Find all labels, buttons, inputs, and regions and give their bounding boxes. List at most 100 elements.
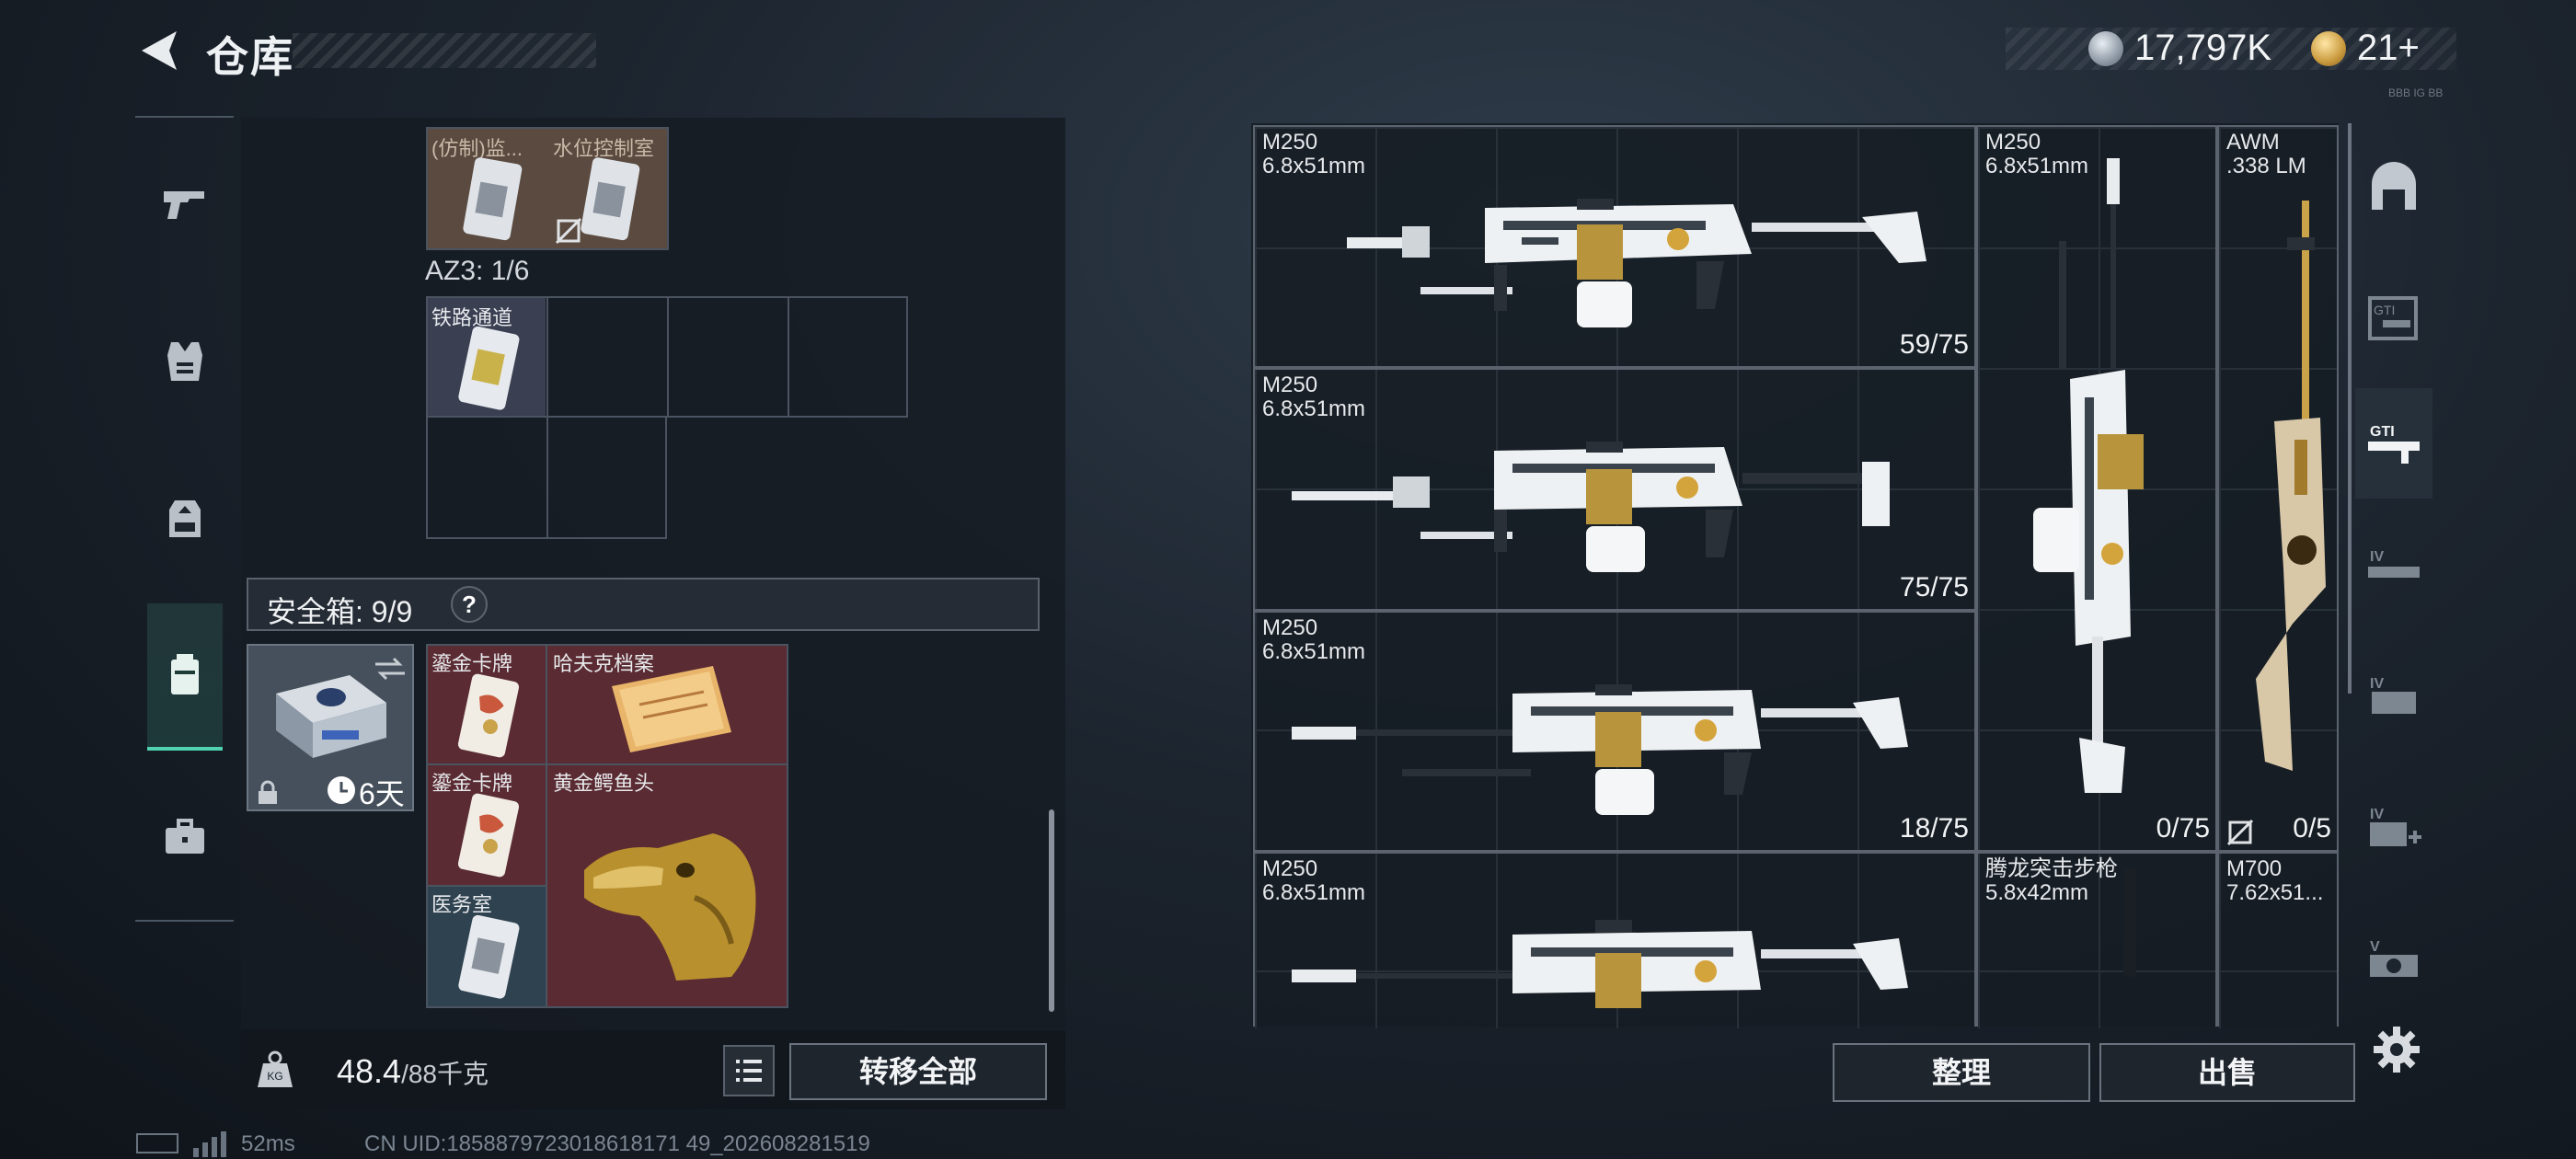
svg-text:IV: IV [2370, 676, 2384, 692]
silver-coin-icon [2088, 31, 2123, 66]
item-card[interactable]: 医务室 [428, 887, 547, 1006]
vest-icon [167, 342, 202, 381]
secure-box-label: 安全箱: 9/9 [267, 595, 413, 628]
gti-icon-active: GTI [2368, 424, 2420, 464]
rail-divider [135, 116, 234, 118]
weight-icon: KG [258, 1050, 293, 1087]
gti-icon: GTI [2368, 296, 2418, 340]
golden-croc-head-icon [584, 833, 756, 981]
weapon-card[interactable]: M250 6.8x51mm 59/75 [1253, 125, 1976, 368]
item-card[interactable]: 哈夫克档案 [547, 646, 787, 765]
category-gti-active[interactable]: GTI [2355, 388, 2432, 499]
svg-text:KG: KG [267, 1070, 282, 1083]
weapon-ammo: 0/5 [2293, 813, 2331, 843]
svg-text:GTI: GTI [2370, 424, 2395, 440]
case-icon [171, 654, 199, 694]
lock-icon [259, 780, 277, 804]
transfer-all-button[interactable]: 转移全部 [789, 1043, 1047, 1100]
rail-item-weapons[interactable] [135, 134, 234, 272]
weapon-card[interactable]: M700 7.62x51... [2217, 852, 2339, 1027]
svg-text:IV: IV [2370, 549, 2384, 565]
item-card[interactable]: (仿制)监... [428, 129, 547, 248]
category-home[interactable] [2355, 136, 2432, 247]
category-iv-plus[interactable]: IV [2355, 773, 2432, 883]
iv-icon: IV [2370, 676, 2416, 714]
item-card[interactable]: 鎏金卡牌 [428, 765, 547, 887]
weapon-name: 腾龙突击步枪 5.8x42mm [1985, 856, 2118, 905]
sell-button[interactable]: 出售 [2099, 1043, 2355, 1102]
keycard-icon [463, 157, 523, 241]
no-transfer-icon [2226, 819, 2254, 846]
gear-icon [2374, 1027, 2420, 1073]
swap-icon [375, 657, 405, 681]
item-card[interactable]: 黄金鳄鱼头 [547, 765, 787, 1006]
svg-text:IV: IV [2370, 807, 2384, 822]
keycard-icon [458, 326, 520, 410]
weapon-ammo: 0/75 [2156, 813, 2210, 843]
iv-icon: IV [2368, 549, 2420, 578]
list-view-button[interactable] [723, 1045, 775, 1096]
safe-days-remaining: 6天 [359, 777, 405, 810]
m250-rifle-icon [1347, 199, 1926, 327]
iv-plus-icon: IV [2370, 807, 2421, 846]
item-card[interactable]: 铁路通道 [428, 298, 546, 416]
category-gti[interactable]: GTI [2355, 263, 2432, 373]
weapon-card[interactable]: M250 6.8x51mm 75/75 [1253, 368, 1976, 611]
gilded-card-icon [457, 793, 520, 878]
home-icon [2372, 162, 2416, 210]
category-v[interactable]: V [2355, 905, 2432, 1016]
m250-rifle-icon [1292, 920, 1908, 1008]
m250-vertical-rifle-icon [2033, 158, 2144, 793]
rail-item-backpack[interactable] [135, 449, 234, 587]
category-iv[interactable]: IV [2355, 513, 2432, 624]
weapon-card[interactable]: AWM .338 LM 0/5 [2217, 125, 2339, 852]
rifle-silencer-icon [2123, 866, 2136, 977]
weapon-card[interactable]: 腾龙突击步枪 5.8x42mm [1976, 852, 2217, 1027]
rail-item-safe-case[interactable] [147, 603, 223, 751]
no-transfer-icon [555, 217, 582, 245]
v-icon: V [2370, 939, 2418, 977]
weapon-card[interactable]: M250 6.8x51mm [1253, 852, 1976, 1027]
item-card[interactable]: 鎏金卡牌 [428, 646, 547, 765]
gilded-card-icon [457, 673, 520, 758]
m250-rifle-icon [1292, 684, 1908, 815]
weight-current: 48.4 [337, 1052, 402, 1090]
currency-silver-amount: 17,797K [2134, 28, 2272, 68]
rail-item-briefcase[interactable] [135, 769, 234, 907]
az3-grid-row2 [426, 416, 667, 539]
back-button[interactable] [136, 28, 182, 74]
currency-gold-amount[interactable]: 21+ [2357, 28, 2420, 69]
m250-rifle-icon [1292, 442, 1890, 572]
haavk-file-icon [612, 666, 731, 752]
weapon-card[interactable]: M250 6.8x51mm 0/75 [1976, 125, 2217, 852]
gold-coin-icon [2311, 31, 2346, 66]
item-card[interactable]: 水位控制室 [549, 129, 667, 248]
weapon-name: AWM .338 LM [2226, 130, 2306, 178]
svg-text:V: V [2370, 939, 2380, 955]
back-arrow-icon [142, 31, 177, 70]
settings-button[interactable] [2372, 1025, 2421, 1074]
weight-max: /88千克 [401, 1060, 489, 1088]
weapon-ammo: 75/75 [1899, 572, 1969, 602]
clock-icon [328, 776, 355, 804]
battery-icon [136, 1133, 178, 1153]
weapons-scrollbar[interactable] [2348, 123, 2352, 694]
sort-button[interactable]: 整理 [1833, 1043, 2090, 1102]
category-iv-2[interactable]: IV [2355, 640, 2432, 751]
rail-item-armor[interactable] [135, 293, 234, 430]
weapon-name: M700 7.62x51... [2226, 856, 2324, 905]
rail-divider [135, 920, 234, 922]
weapon-ammo: 18/75 [1899, 813, 1969, 843]
az3-label: AZ3: 1/6 [425, 256, 530, 286]
svg-text:GTI: GTI [2374, 303, 2395, 317]
weapon-card[interactable]: M250 6.8x51mm 18/75 [1253, 611, 1976, 852]
briefcase-icon [165, 819, 204, 854]
inventory-scrollbar[interactable] [1049, 809, 1054, 1012]
awm-rifle-icon [2256, 201, 2326, 771]
ping-readout: 52ms [241, 1131, 295, 1156]
title-stripe [293, 33, 596, 68]
weight-readout: 48.4/88千克 [337, 1052, 489, 1091]
list-icon [736, 1060, 762, 1082]
help-button[interactable]: ? [451, 586, 488, 623]
pistol-icon [163, 191, 204, 219]
